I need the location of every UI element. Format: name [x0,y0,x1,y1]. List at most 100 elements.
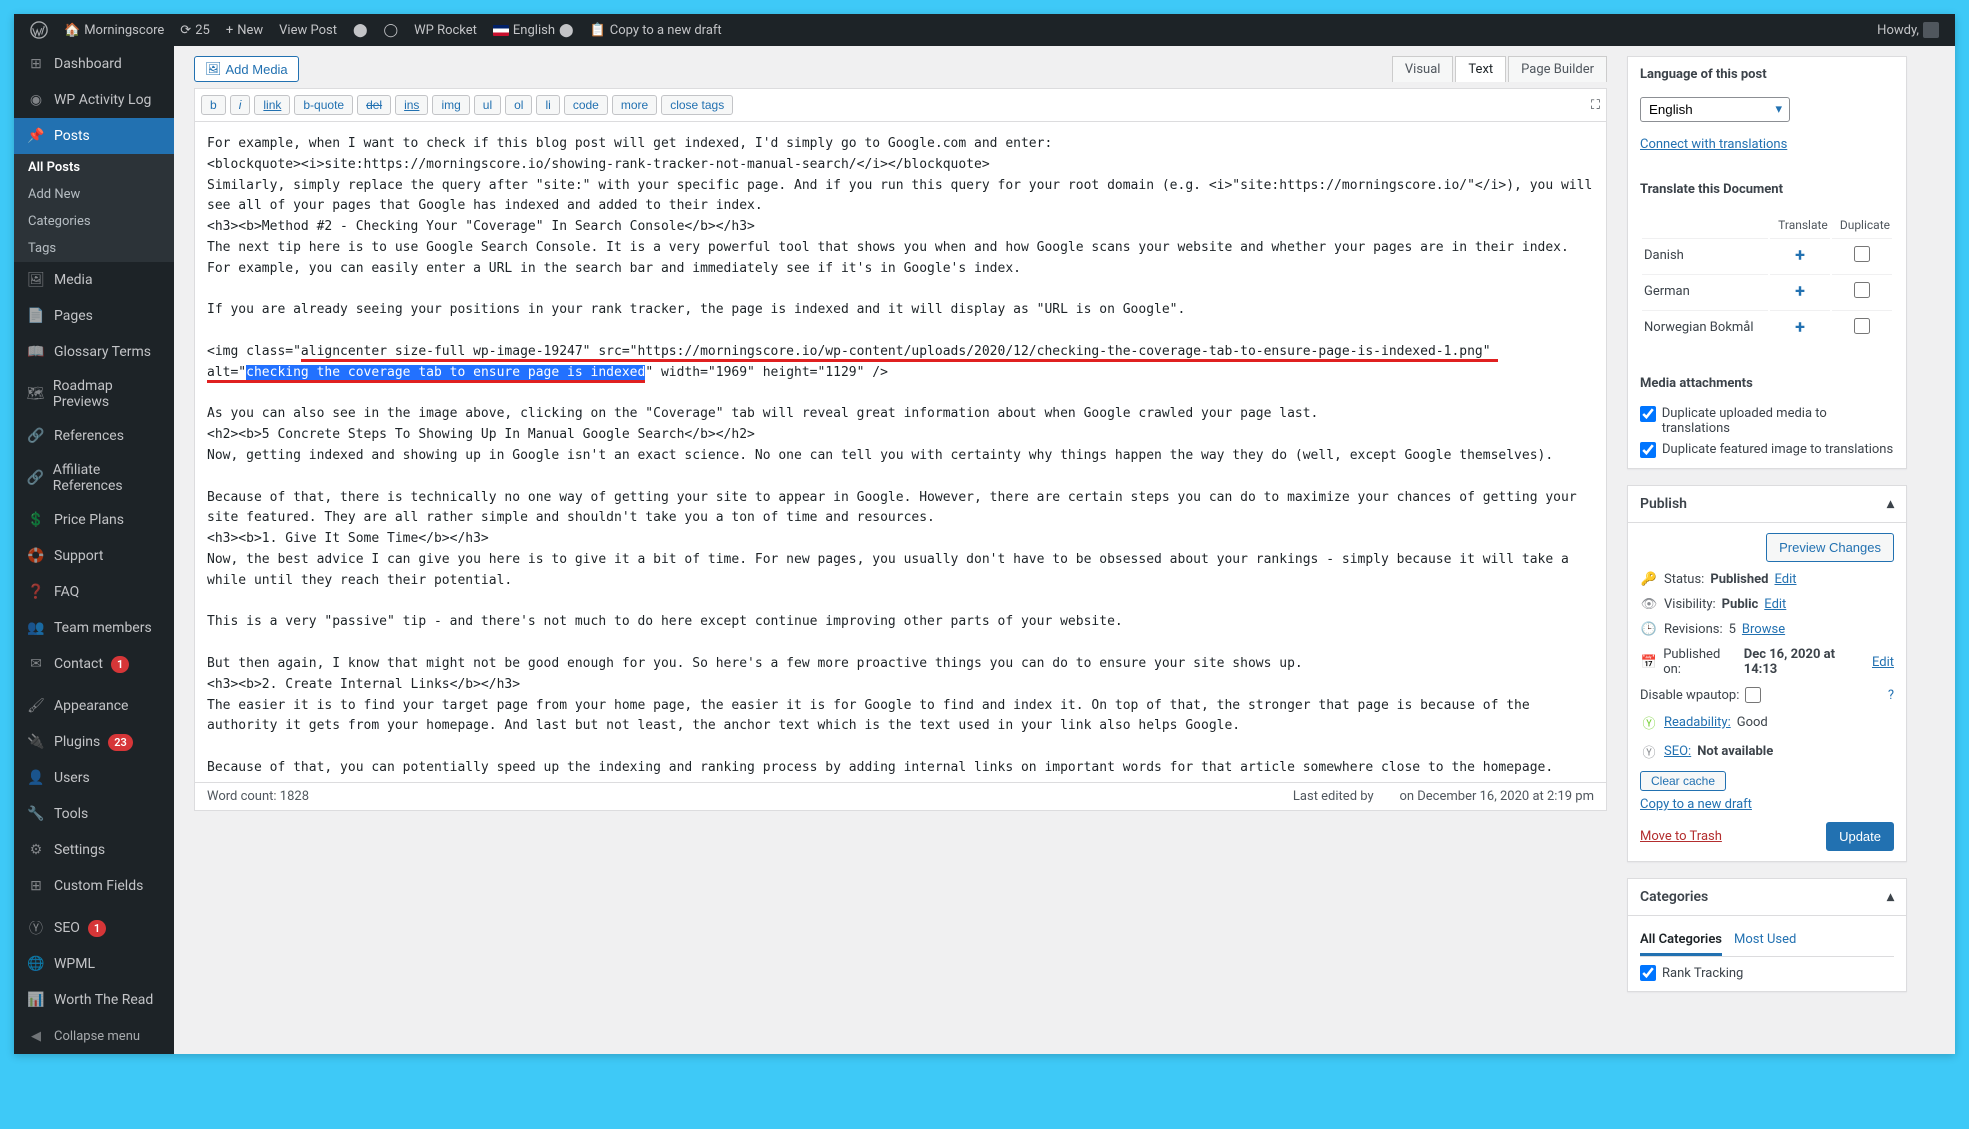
dup-media-checkbox[interactable] [1640,406,1656,422]
sidebar-media[interactable]: 🖼Media [14,262,174,298]
category-rank-tracking[interactable] [1640,965,1656,981]
sidebar-dashboard[interactable]: ⊞Dashboard [14,46,174,82]
sidebar-users[interactable]: 👤Users [14,760,174,796]
qt-del[interactable]: del [357,95,391,115]
update-button[interactable]: Update [1826,822,1894,851]
tab-text[interactable]: Text [1455,56,1506,82]
sidebar-support[interactable]: 🛟Support [14,538,174,574]
qt-more[interactable]: more [612,95,657,115]
wp-rocket[interactable]: WP Rocket [406,14,485,46]
howdy-user[interactable]: Howdy, [1869,14,1947,46]
sidebar-team[interactable]: 👥Team members [14,610,174,646]
sidebar-custom-fields[interactable]: ⊞Custom Fields [14,868,174,904]
sidebar-collapse[interactable]: ◀Collapse menu [14,1018,174,1054]
translate-german[interactable]: + [1770,274,1830,308]
language-select[interactable]: English [1640,97,1790,122]
translate-norwegian[interactable]: + [1770,310,1830,344]
qt-ins[interactable]: ins [395,95,428,115]
sidebar-price-plans[interactable]: 💲Price Plans [14,502,174,538]
price-icon: 💲 [26,510,46,530]
qt-link[interactable]: link [254,95,290,115]
qt-bquote[interactable]: b-quote [294,95,353,115]
lang-german: German [1642,274,1768,308]
users-icon: 👤 [26,768,46,788]
qt-li[interactable]: li [536,95,559,115]
copy-draft-link[interactable]: Copy to a new draft [1640,797,1752,812]
scrollbar[interactable] [1927,56,1935,1054]
content-editor[interactable]: For example, when I want to check if thi… [195,122,1606,782]
sidebar-all-posts[interactable]: All Posts [14,154,174,181]
publish-title[interactable]: Publish▴ [1628,486,1906,523]
lang-norwegian: Norwegian Bokmål [1642,310,1768,344]
quicktags-toolbar: b i link b-quote del ins img ul ol li co… [195,89,1606,122]
sidebar-faq[interactable]: ❓FAQ [14,574,174,610]
help-icon[interactable]: ? [1888,688,1894,703]
browse-revisions[interactable]: Browse [1742,622,1785,637]
dup-featured-checkbox[interactable] [1640,442,1656,458]
yoast-readability-icon: Ⓨ [1640,713,1658,732]
sidebar-plugins[interactable]: 🔌Plugins 23 [14,724,174,760]
sidebar-categories[interactable]: Categories [14,208,174,235]
copy-to-draft[interactable]: 📋 Copy to a new draft [582,14,730,46]
qt-b[interactable]: b [201,95,226,115]
sidebar-posts[interactable]: 📌Posts [14,118,174,154]
sidebar-pages[interactable]: 📄Pages [14,298,174,334]
view-post[interactable]: View Post [271,14,345,46]
qt-i[interactable]: i [230,95,251,115]
sidebar-references[interactable]: 🔗References [14,418,174,454]
edit-status[interactable]: Edit [1774,572,1796,587]
tab-pagebuilder[interactable]: Page Builder [1508,56,1607,82]
circle-icon[interactable]: ◯ [376,14,407,46]
sidebar-affiliate[interactable]: 🔗Affiliate References [14,454,174,502]
qt-ol[interactable]: ol [505,95,532,115]
move-to-trash[interactable]: Move to Trash [1640,829,1722,844]
tools-icon: 🔧 [26,804,46,824]
qt-ul[interactable]: ul [474,95,501,115]
updates[interactable]: ⟳ 25 [172,14,218,46]
translate-danish[interactable]: + [1770,238,1830,272]
edit-visibility[interactable]: Edit [1764,597,1786,612]
yoast-seo-icon: Ⓨ [1640,742,1658,761]
site-name[interactable]: 🏠 Morningscore [56,14,172,46]
disable-wpautop-checkbox[interactable] [1745,687,1761,703]
sidebar-activity-log[interactable]: ◉WP Activity Log [14,82,174,118]
sidebar-settings[interactable]: ⚙Settings [14,832,174,868]
duplicate-norwegian[interactable] [1854,318,1870,334]
media-icon: 🖼 [205,61,222,77]
add-media-button[interactable]: 🖼Add Media [194,56,299,82]
admin-sidebar: ⊞Dashboard ◉WP Activity Log 📌Posts All P… [14,46,174,1054]
qt-img[interactable]: img [432,95,469,115]
tab-visual[interactable]: Visual [1392,56,1454,82]
clear-cache-button[interactable]: Clear cache [1640,771,1726,791]
language-switcher[interactable]: English ⬤ [485,14,582,46]
fullscreen-icon[interactable]: ⛶ [1591,98,1600,113]
sidebar-wpml[interactable]: 🌐WPML [14,946,174,982]
sidebar-add-new[interactable]: Add New [14,181,174,208]
duplicate-danish[interactable] [1854,246,1870,262]
tab-most-used[interactable]: Most Used [1734,926,1796,956]
sidebar-tools[interactable]: 🔧Tools [14,796,174,832]
ref-icon: 🔗 [26,426,46,446]
admin-bar: 🏠 Morningscore ⟳ 25 + New View Post ⬤ ◯ … [14,14,1955,46]
sidebar-tags[interactable]: Tags [14,235,174,262]
yoast-icon[interactable]: ⬤ [345,14,376,46]
categories-title[interactable]: Categories▴ [1628,879,1906,916]
sidebar-worth-read[interactable]: 📊Worth The Read [14,982,174,1018]
wp-logo[interactable] [22,14,56,46]
categories-box: Categories▴ All Categories Most Used Ran… [1627,878,1907,992]
duplicate-german[interactable] [1854,282,1870,298]
sidebar-roadmap[interactable]: 🗺Roadmap Previews [14,370,174,418]
sidebar-seo[interactable]: ⓎSEO 1 [14,910,174,946]
connect-translations-link[interactable]: Connect with translations [1640,137,1787,152]
edit-date[interactable]: Edit [1872,655,1894,670]
sidebar-appearance[interactable]: 🖌Appearance [14,688,174,724]
qt-code[interactable]: code [564,95,608,115]
read-icon: 📊 [26,990,46,1010]
new-content[interactable]: + New [218,14,271,46]
tab-all-categories[interactable]: All Categories [1640,926,1722,956]
flag-icon [493,25,509,36]
qt-close[interactable]: close tags [661,95,733,115]
preview-button[interactable]: Preview Changes [1766,533,1894,562]
sidebar-contact[interactable]: ✉Contact 1 [14,646,174,682]
sidebar-glossary[interactable]: 📖Glossary Terms [14,334,174,370]
